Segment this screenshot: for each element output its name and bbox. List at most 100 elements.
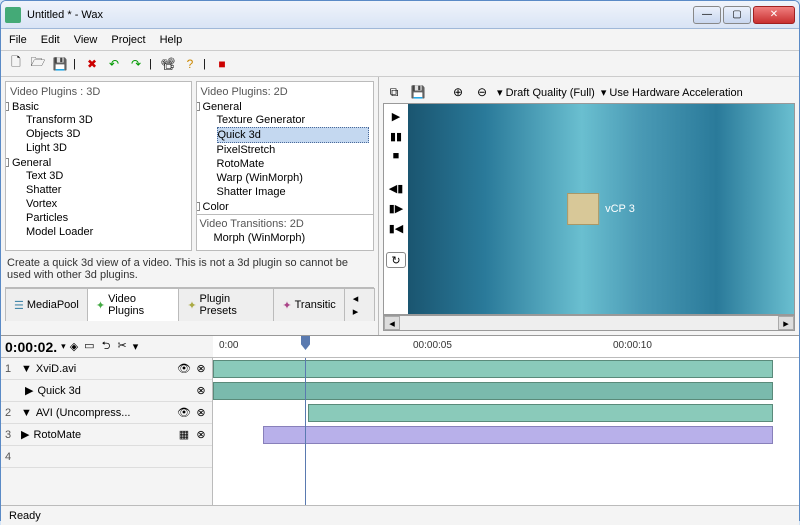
quality-dropdown[interactable]: ▾ Draft Quality (Full) [497,86,595,99]
preview-scrollbar[interactable]: ◂ ▸ [383,315,795,331]
tree-item[interactable]: Texture Generator [217,113,370,127]
tree-item[interactable]: Transform 3D [26,113,187,127]
time-dropdown-icon[interactable]: ▾ [61,341,66,352]
tool-cut-icon[interactable]: ✂ [118,340,127,352]
tab-videoplugins[interactable]: ✦Video Plugins [87,288,179,321]
track-header-row[interactable]: 3 ▶ RotoMate ▦⊗ [1,424,212,446]
redo-icon[interactable]: ↷ [127,55,145,73]
timeline-menu-icon[interactable]: ▾ [133,340,139,353]
minimize-button[interactable]: — [693,6,721,24]
main-toolbar: 🗋 🗁 💾 | ✖ ↶ ↷ | 📽 ? | ■ [1,51,799,77]
menu-help[interactable]: Help [160,34,183,46]
stop-icon[interactable]: ■ [213,55,231,73]
loop-icon[interactable]: ↻ [386,252,406,268]
tree-item[interactable]: Text 3D [26,169,187,183]
tool-b-icon[interactable]: ⮌ [102,340,111,352]
track-name[interactable]: AVI (Uncompress... [36,407,173,419]
preview-clip[interactable]: vCP 3 [567,193,635,225]
timeline-clip[interactable] [308,404,773,422]
marker-icon[interactable]: ◈ [70,340,78,353]
tree-item[interactable]: Warp (WinMorph) [217,171,370,185]
next-frame-icon[interactable]: ▮▶ [386,200,406,216]
help-icon[interactable]: ? [181,55,199,73]
eye-icon[interactable]: 👁 [177,406,191,420]
timeline-ruler[interactable]: 0:00 00:00:05 00:00:10 [213,336,799,357]
track-header-row[interactable]: 2 ▼ AVI (Uncompress... 👁⊗ [1,402,212,424]
undo-icon[interactable]: ↶ [105,55,123,73]
tab-mediapool[interactable]: ☰MediaPool [5,288,88,321]
track-name[interactable]: RotoMate [33,429,173,441]
stop-icon[interactable]: ■ [386,148,406,164]
delete-track-icon[interactable]: ⊗ [194,428,208,442]
tree-item[interactable]: Particles [26,211,187,225]
scroll-left-icon[interactable]: ◂ [384,316,400,330]
tree-item[interactable]: Morph (WinMorph) [200,232,371,244]
playhead[interactable] [301,336,310,350]
timeline-clip[interactable] [213,360,773,378]
titlebar[interactable]: Untitled * - Wax — ▢ ✕ [1,1,799,29]
track-header-row[interactable]: ▶ Quick 3d ⊗ [1,380,212,402]
expand-icon[interactable]: - [197,102,200,111]
pause-icon[interactable]: ▮▮ [386,128,406,144]
delete-track-icon[interactable]: ⊗ [194,406,208,420]
save-icon[interactable]: 💾 [51,55,69,73]
tree-group[interactable]: General [203,101,242,113]
menu-file[interactable]: File [9,34,27,46]
scroll-right-icon[interactable]: ▸ [778,316,794,330]
expand-icon[interactable]: ▶ [25,384,33,397]
delete-track-icon[interactable]: ⊗ [194,362,208,376]
tree-group[interactable]: General [12,157,51,169]
maximize-button[interactable]: ▢ [723,6,751,24]
tree-item[interactable]: Vortex [26,197,187,211]
tabs-scroll[interactable]: ◂ ▸ [344,288,375,321]
delete-track-icon[interactable]: ⊗ [194,384,208,398]
media-icon[interactable]: ▦ [177,428,191,442]
menu-edit[interactable]: Edit [41,34,60,46]
tool-a-icon[interactable]: ▭ [84,340,94,352]
prev-frame-icon[interactable]: ◀▮ [386,180,406,196]
tree-item[interactable]: PixelStretch [217,143,370,157]
tab-presets[interactable]: ✦Plugin Presets [178,288,274,321]
expand-icon[interactable]: ▶ [21,428,29,441]
tree-item[interactable]: RotoMate [217,157,370,171]
tree-item[interactable]: Shatter Image [217,185,370,199]
delete-icon[interactable]: ✖ [83,55,101,73]
tree-item[interactable]: Shatter [26,183,187,197]
zoom-in-icon[interactable]: ⊕ [449,83,467,101]
track-header-row[interactable]: 1 ▼ XviD.avi 👁⊗ [1,358,212,380]
tree-item[interactable]: Model Loader [26,225,187,239]
expand-icon[interactable]: - [197,202,200,211]
new-icon[interactable]: 🗋 [7,55,25,73]
eye-icon[interactable]: 👁 [177,362,191,376]
timeline-clip[interactable] [213,382,773,400]
save-frame-icon[interactable]: 💾 [409,83,427,101]
hw-accel-dropdown[interactable]: ▾ Use Hardware Acceleration [601,86,743,99]
goto-start-icon[interactable]: ▮◀ [386,220,406,236]
menu-project[interactable]: Project [111,34,145,46]
render-icon[interactable]: 📽 [159,55,177,73]
tab-transitions[interactable]: ✦Transitic [273,288,344,321]
expand-icon[interactable]: - [5,102,9,111]
zoom-out-icon[interactable]: ⊖ [473,83,491,101]
menu-view[interactable]: View [74,34,98,46]
copy-icon[interactable]: ⧉ [385,83,403,101]
track-header-row[interactable]: 4 [1,446,212,468]
tree-item[interactable]: Quick 3d [217,127,370,143]
track-content[interactable] [213,358,799,505]
preview-viewport[interactable]: vCP 3 [408,104,794,314]
track-name[interactable]: Quick 3d [37,385,190,397]
close-button[interactable]: ✕ [753,6,795,24]
tree-item[interactable]: Chroma Key [217,213,370,214]
track-headers: 1 ▼ XviD.avi 👁⊗ ▶ Quick 3d ⊗ 2 ▼ AVI (Un… [1,358,213,505]
tree-group[interactable]: Basic [12,101,39,113]
tree-item[interactable]: Light 3D [26,141,187,155]
open-icon[interactable]: 🗁 [29,55,47,73]
play-icon[interactable]: ▶ [386,108,406,124]
expand-icon[interactable]: - [5,158,9,167]
timeline-clip[interactable] [263,426,773,444]
tree-item[interactable]: Objects 3D [26,127,187,141]
expand-icon[interactable]: ▼ [21,363,32,375]
tree-group[interactable]: Color [203,201,229,213]
expand-icon[interactable]: ▼ [21,407,32,419]
track-name[interactable]: XviD.avi [36,363,173,375]
